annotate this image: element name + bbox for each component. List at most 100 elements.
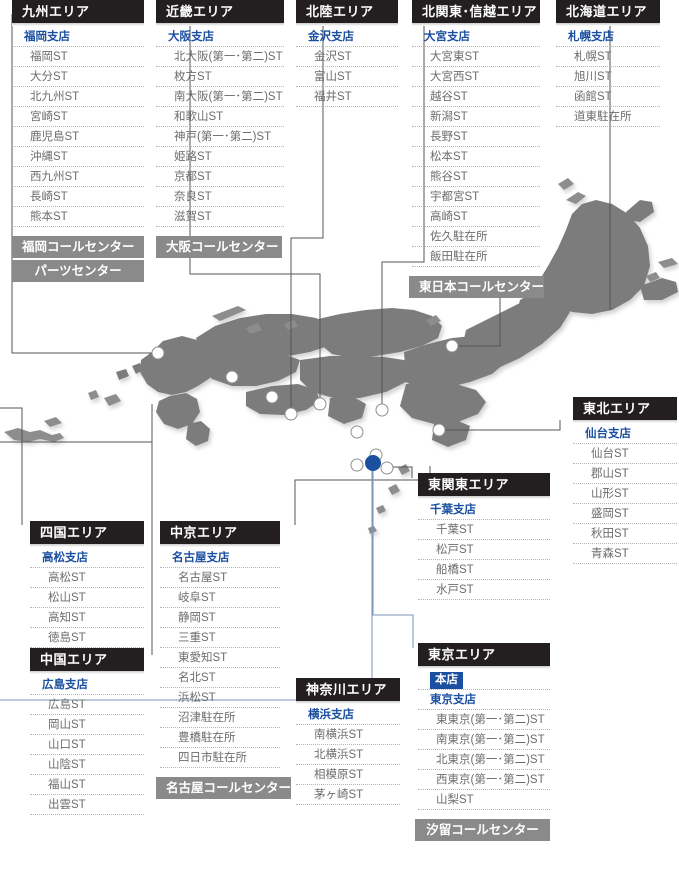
branch-name[interactable]: 仙台支店 — [573, 424, 677, 444]
station-item[interactable]: 名北ST — [160, 668, 280, 688]
callcenter-box[interactable]: 汐留コールセンター — [415, 819, 550, 841]
station-item[interactable]: 茅ヶ崎ST — [296, 785, 400, 805]
station-item[interactable]: 千葉ST — [418, 520, 550, 540]
station-item[interactable]: 越谷ST — [412, 87, 540, 107]
station-item[interactable]: 長崎ST — [12, 187, 144, 207]
station-item[interactable]: 東愛知ST — [160, 648, 280, 668]
station-item[interactable]: 西東京(第一･第二)ST — [418, 770, 550, 790]
callcenter-box[interactable]: 東日本コールセンター — [409, 276, 544, 298]
headquarters-row[interactable]: 本店 — [418, 670, 550, 690]
station-item[interactable]: 山形ST — [573, 484, 677, 504]
station-item[interactable]: 和歌山ST — [156, 107, 284, 127]
station-item[interactable]: 岐阜ST — [160, 588, 280, 608]
branch-name[interactable]: 大阪支店 — [156, 27, 284, 47]
station-item[interactable]: 宮崎ST — [12, 107, 144, 127]
station-item[interactable]: 盛岡ST — [573, 504, 677, 524]
station-item[interactable]: 長野ST — [412, 127, 540, 147]
station-item[interactable]: 高知ST — [30, 608, 144, 628]
branch-name[interactable]: 広島支店 — [30, 675, 144, 695]
station-item[interactable]: 京都ST — [156, 167, 284, 187]
station-item[interactable]: 山陰ST — [30, 755, 144, 775]
station-item[interactable]: 大分ST — [12, 67, 144, 87]
station-item[interactable]: 豊橋駐在所 — [160, 728, 280, 748]
station-item[interactable]: 函館ST — [556, 87, 660, 107]
station-item[interactable]: 宇都宮ST — [412, 187, 540, 207]
station-item[interactable]: 沖縄ST — [12, 147, 144, 167]
station-item[interactable]: 大宮東ST — [412, 47, 540, 67]
station-item[interactable]: 福岡ST — [12, 47, 144, 67]
station-item[interactable]: 松本ST — [412, 147, 540, 167]
station-item[interactable]: 青森ST — [573, 544, 677, 564]
station-item[interactable]: 奈良ST — [156, 187, 284, 207]
branch-name[interactable]: 福岡支店 — [12, 27, 144, 47]
station-item[interactable]: 飯田駐在所 — [412, 247, 540, 267]
station-item[interactable]: 熊本ST — [12, 207, 144, 227]
station-item[interactable]: 東東京(第一･第二)ST — [418, 710, 550, 730]
station-item[interactable]: 福山ST — [30, 775, 144, 795]
station-item[interactable]: 岡山ST — [30, 715, 144, 735]
station-item[interactable]: 道東駐在所 — [556, 107, 660, 127]
station-item[interactable]: 高崎ST — [412, 207, 540, 227]
station-item[interactable]: 広島ST — [30, 695, 144, 715]
station-item[interactable]: 北東京(第一･第二)ST — [418, 750, 550, 770]
branch-name[interactable]: 高松支店 — [30, 548, 144, 568]
station-item[interactable]: 姫路ST — [156, 147, 284, 167]
station-item[interactable]: 沼津駐在所 — [160, 708, 280, 728]
station-item[interactable]: 神戸(第一･第二)ST — [156, 127, 284, 147]
station-item[interactable]: 北横浜ST — [296, 745, 400, 765]
station-item[interactable]: 浜松ST — [160, 688, 280, 708]
station-item[interactable]: 熊谷ST — [412, 167, 540, 187]
station-item[interactable]: 高松ST — [30, 568, 144, 588]
station-item[interactable]: 北大阪(第一･第二)ST — [156, 47, 284, 67]
station-item[interactable]: 山梨ST — [418, 790, 550, 810]
station-item[interactable]: 滋賀ST — [156, 207, 284, 227]
station-item[interactable]: 松戸ST — [418, 540, 550, 560]
station-item[interactable]: 三重ST — [160, 628, 280, 648]
branch-name[interactable]: 千葉支店 — [418, 500, 550, 520]
station-item[interactable]: 鹿児島ST — [12, 127, 144, 147]
station-item[interactable]: 名古屋ST — [160, 568, 280, 588]
station-item[interactable]: 郡山ST — [573, 464, 677, 484]
marker-sapporo — [445, 339, 459, 353]
station-item[interactable]: 南横浜ST — [296, 725, 400, 745]
connector-tohoku — [439, 420, 561, 431]
station-item[interactable]: 西九州ST — [12, 167, 144, 187]
callcenter-box[interactable]: 福岡コールセンター — [12, 236, 144, 258]
station-item[interactable]: 金沢ST — [296, 47, 398, 67]
branch-name[interactable]: 名古屋支店 — [160, 548, 280, 568]
station-item[interactable]: 南東京(第一･第二)ST — [418, 730, 550, 750]
station-item[interactable]: 新潟ST — [412, 107, 540, 127]
station-item[interactable]: 佐久駐在所 — [412, 227, 540, 247]
callcenter-box[interactable]: 名古屋コールセンター — [156, 777, 291, 799]
branch-name[interactable]: 大宮支店 — [412, 27, 540, 47]
station-item[interactable]: 枚方ST — [156, 67, 284, 87]
station-item[interactable]: 船橋ST — [418, 560, 550, 580]
station-item[interactable]: 北九州ST — [12, 87, 144, 107]
station-item[interactable]: 富山ST — [296, 67, 398, 87]
branch-name[interactable]: 東京支店 — [418, 690, 550, 710]
station-item[interactable]: 札幌ST — [556, 47, 660, 67]
station-item[interactable]: 秋田ST — [573, 524, 677, 544]
station-item[interactable]: 徳島ST — [30, 628, 144, 648]
station-item[interactable]: 静岡ST — [160, 608, 280, 628]
station-item[interactable]: 水戸ST — [418, 580, 550, 600]
station-item[interactable]: 福井ST — [296, 87, 398, 107]
station-item[interactable]: 大宮西ST — [412, 67, 540, 87]
area-header-tohoku: 東北エリア — [573, 397, 677, 423]
station-item[interactable]: 四日市駐在所 — [160, 748, 280, 768]
branch-name[interactable]: 横浜支店 — [296, 705, 400, 725]
station-item[interactable]: 出雲ST — [30, 795, 144, 815]
area-body-kitakanto: 大宮支店 大宮東ST 大宮西ST 越谷ST 新潟ST 長野ST 松本ST 熊谷S… — [409, 23, 544, 298]
marker-kanazawa — [284, 407, 298, 421]
station-item[interactable]: 山口ST — [30, 735, 144, 755]
branch-name[interactable]: 金沢支店 — [296, 27, 398, 47]
station-item[interactable]: 松山ST — [30, 588, 144, 608]
area-body-higashikanto: 千葉支店 千葉ST 松戸ST 船橋ST 水戸ST — [418, 496, 550, 600]
station-item[interactable]: 旭川ST — [556, 67, 660, 87]
branch-name[interactable]: 札幌支店 — [556, 27, 660, 47]
station-item[interactable]: 南大阪(第一･第二)ST — [156, 87, 284, 107]
station-item[interactable]: 仙台ST — [573, 444, 677, 464]
station-item[interactable]: 相模原ST — [296, 765, 400, 785]
callcenter-box[interactable]: パーツセンター — [12, 260, 144, 282]
callcenter-box[interactable]: 大阪コールセンター — [156, 236, 282, 258]
